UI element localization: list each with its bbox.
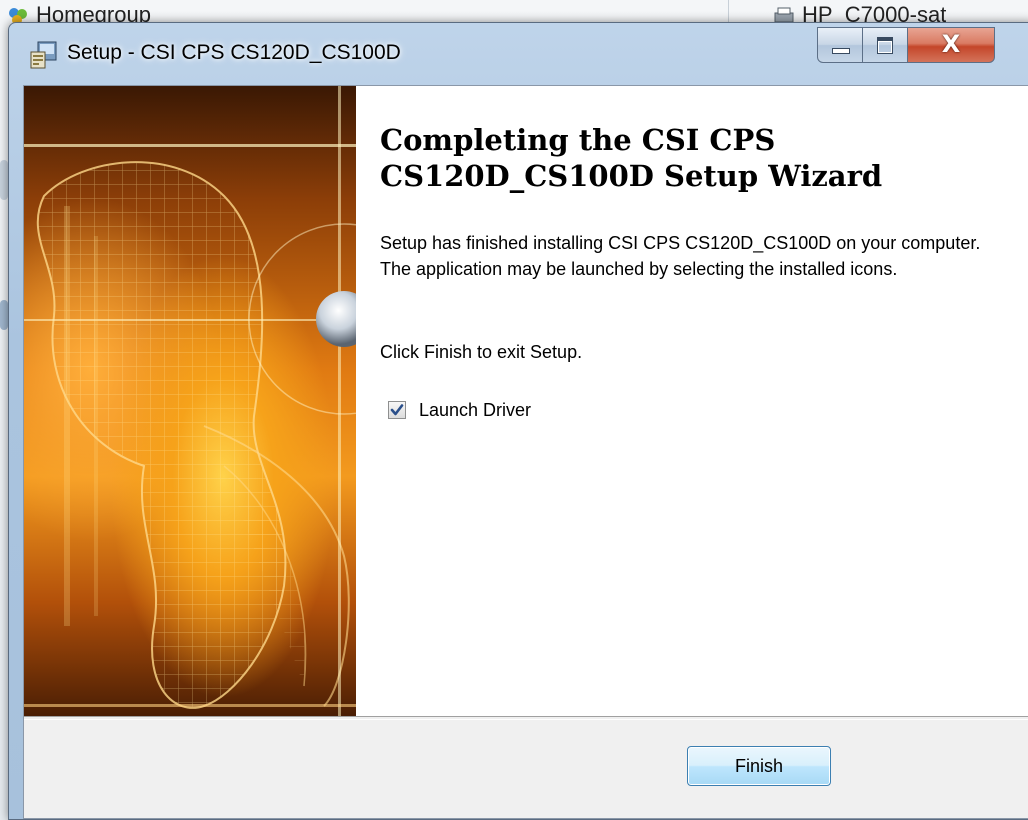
wireframe-hand-illustration bbox=[24, 86, 356, 716]
finish-button[interactable]: Finish bbox=[687, 746, 831, 786]
setup-installer-icon bbox=[30, 41, 57, 69]
close-button[interactable]: X bbox=[908, 27, 995, 63]
wizard-content: Completing the CSI CPS CS120D_CS100D Set… bbox=[24, 86, 1028, 716]
maximize-icon bbox=[877, 37, 893, 54]
title-bar[interactable]: Setup - CSI CPS CS120D_CS100D X bbox=[9, 23, 1028, 85]
caption-buttons: X bbox=[817, 27, 995, 63]
launch-driver-label[interactable]: Launch Driver bbox=[419, 400, 531, 421]
minimize-icon bbox=[832, 48, 850, 54]
dialog-client-area: Completing the CSI CPS CS120D_CS100D Set… bbox=[23, 85, 1028, 819]
desktop-edge-item bbox=[0, 300, 8, 330]
wizard-banner-image bbox=[24, 86, 356, 716]
glowing-orb bbox=[316, 291, 356, 347]
minimize-button[interactable] bbox=[817, 27, 863, 63]
desktop-edge-item bbox=[0, 160, 8, 200]
finished-message: Setup has finished installing CSI CPS CS… bbox=[380, 233, 981, 279]
close-icon: X bbox=[941, 30, 961, 58]
exit-instruction: Click Finish to exit Setup. bbox=[380, 342, 583, 362]
window-title: Setup - CSI CPS CS120D_CS100D bbox=[67, 41, 401, 64]
checkmark-icon bbox=[390, 404, 404, 416]
wizard-heading: Completing the CSI CPS CS120D_CS100D Set… bbox=[380, 123, 883, 193]
setup-dialog-window: Setup - CSI CPS CS120D_CS100D X Completi… bbox=[8, 22, 1028, 820]
launch-driver-checkbox[interactable] bbox=[388, 401, 406, 419]
launch-driver-option[interactable]: Launch Driver bbox=[388, 397, 531, 423]
footer-divider bbox=[24, 716, 1028, 720]
maximize-button[interactable] bbox=[863, 27, 908, 63]
